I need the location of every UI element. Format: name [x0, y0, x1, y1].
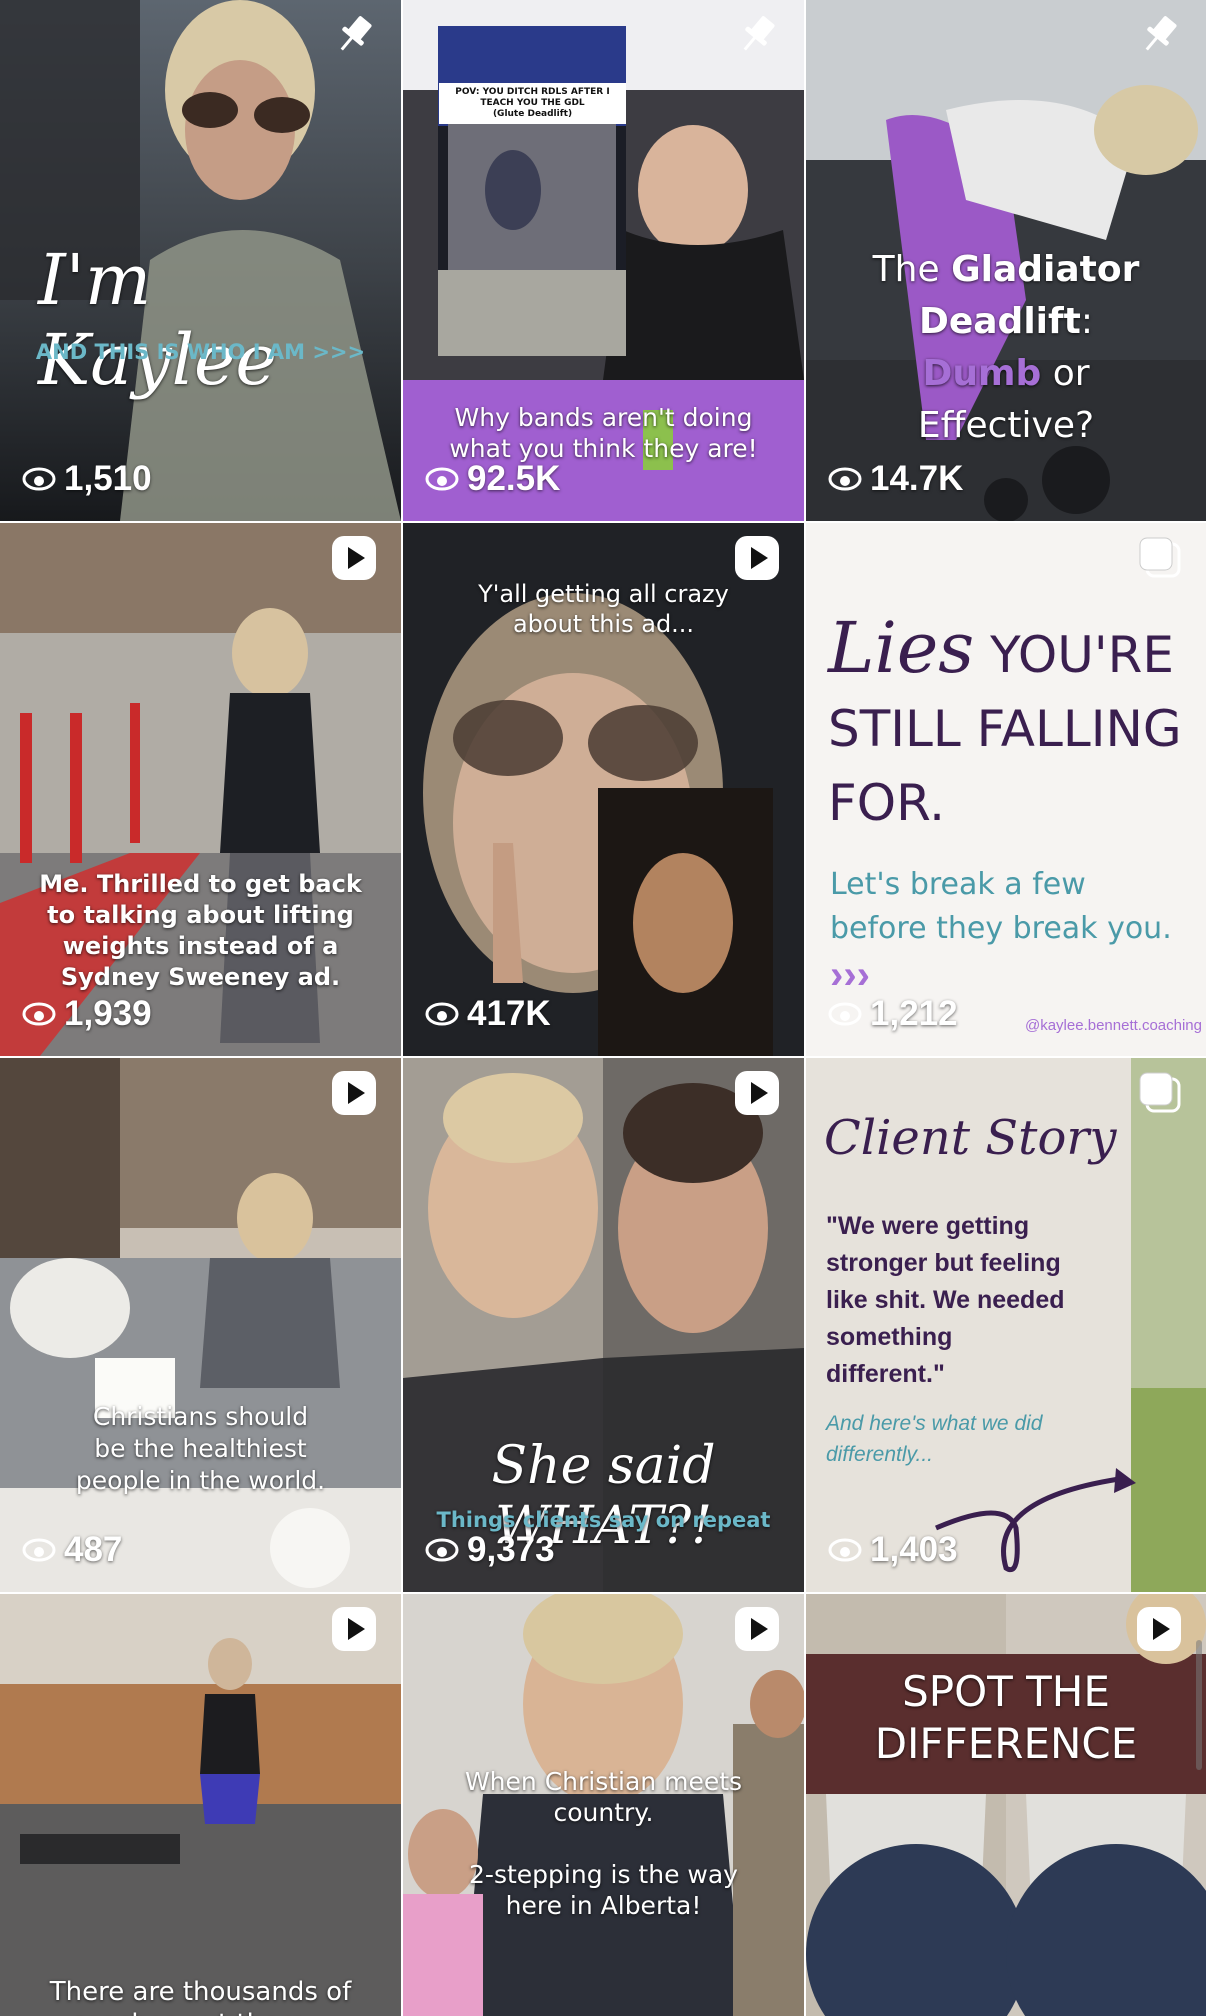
post-caption: Why bands aren't doing what you think th…: [449, 403, 758, 463]
post-title: The Gladiator Deadlift: Dumb or Effectiv…: [806, 244, 1206, 452]
post-subtitle: Let's break a few before they break you.: [830, 867, 1172, 946]
inset-text: POV: YOU DITCH RDLS AFTER I TEACH YOU TH…: [439, 83, 626, 124]
view-count-text: 1,403: [870, 1530, 958, 1569]
view-count-text: 9,373: [467, 1530, 555, 1569]
post-thumbnail: [0, 1594, 401, 2016]
view-count-text: 417K: [467, 994, 551, 1033]
play-icon: [1137, 1607, 1181, 1651]
eye-icon: [425, 1002, 459, 1026]
scrollbar[interactable]: [1196, 1640, 1202, 1770]
play-icon: [735, 1071, 779, 1115]
post-thumbnail: [806, 1594, 1206, 2016]
eye-icon: [22, 1002, 56, 1026]
post-subtitle: AND THIS IS WHO I AM >>>: [35, 340, 366, 364]
carousel-icon: [1139, 1072, 1181, 1113]
grid-post-9[interactable]: Client Story "We were getting stronger b…: [806, 1058, 1206, 1592]
post-subtitle: And here's what we did differently...: [826, 1412, 1043, 1466]
account-handle: @kaylee.bennett.coaching: [1024, 1017, 1202, 1034]
view-count: 92.5K: [425, 459, 560, 499]
grid-post-12[interactable]: SPOT THE DIFFERENCE: [806, 1594, 1206, 2016]
grid-post-11[interactable]: When Christian meets country. 2-stepping…: [403, 1594, 804, 2016]
eye-icon: [828, 467, 862, 491]
eye-icon: [828, 1002, 862, 1026]
view-count: 1,212: [828, 994, 958, 1034]
post-title-script: I'm Kaylee: [38, 239, 277, 401]
eye-icon: [828, 1538, 862, 1562]
title-pre: The: [872, 249, 952, 290]
post-title: SPOT THE DIFFERENCE: [874, 1667, 1138, 1768]
arrows-decoration: ›››: [830, 953, 870, 997]
play-icon: [735, 1607, 779, 1651]
eye-icon: [425, 467, 459, 491]
play-icon: [735, 536, 779, 580]
view-count: 1,510: [22, 459, 152, 499]
grid-post-5[interactable]: Y'all getting all crazy about this ad...…: [403, 523, 804, 1056]
view-count: 1,403: [828, 1530, 958, 1570]
grid-post-10[interactable]: There are thousands of coaches out there…: [0, 1594, 401, 2016]
play-icon: [332, 536, 376, 580]
pin-icon: [1145, 16, 1177, 51]
view-count-text: 92.5K: [467, 459, 561, 498]
grid-post-1[interactable]: I'm Kaylee AND THIS IS WHO I AM >>> 1,51…: [0, 0, 401, 521]
grid-post-3[interactable]: The Gladiator Deadlift: Dumb or Effectiv…: [806, 0, 1206, 521]
grid-post-4[interactable]: Me. Thrilled to get back to talking abou…: [0, 523, 401, 1056]
title-script: Lies: [828, 607, 975, 689]
grid-post-6[interactable]: Lies YOU'RE STILL FALLING FOR. Let's bre…: [806, 523, 1206, 1056]
view-count-text: 14.7K: [870, 459, 964, 498]
view-count: 487: [22, 1530, 122, 1570]
view-count-text: 1,939: [64, 994, 152, 1033]
post-thumbnail: [0, 1058, 401, 1592]
post-caption: Y'all getting all crazy about this ad...: [478, 580, 729, 638]
view-count: 1,939: [22, 994, 152, 1034]
view-count-text: 1,510: [64, 459, 152, 498]
view-count: 417K: [425, 994, 551, 1034]
play-icon: [332, 1071, 376, 1115]
eye-icon: [22, 467, 56, 491]
eye-icon: [425, 1538, 459, 1562]
carousel-icon: [1139, 537, 1181, 578]
title-bold: Gladiator Deadlift: [918, 249, 1140, 342]
post-title: Lies YOU'RE STILL FALLING FOR.: [828, 611, 1198, 840]
pin-icon: [743, 16, 775, 51]
post-caption: When Christian meets country. 2-stepping…: [464, 1767, 743, 1920]
post-caption: There are thousands of coaches out there…: [49, 1977, 352, 2016]
view-count-text: 487: [64, 1530, 123, 1569]
view-count-text: 1,212: [870, 994, 958, 1033]
play-icon: [332, 1607, 376, 1651]
view-count: 9,373: [425, 1530, 555, 1570]
title-colon: :: [1080, 301, 1094, 342]
post-caption: Christians should be the healthiest peop…: [75, 1402, 326, 1495]
title-purple: Dumb: [922, 353, 1042, 394]
post-quote: "We were getting stronger but feeling li…: [826, 1212, 1065, 1388]
grid-post-2[interactable]: POV: YOU DITCH RDLS AFTER I TEACH YOU TH…: [403, 0, 804, 521]
post-caption: Me. Thrilled to get back to talking abou…: [39, 870, 362, 991]
grid-post-7[interactable]: Christians should be the healthiest peop…: [0, 1058, 401, 1592]
pin-icon: [340, 16, 372, 51]
eye-icon: [22, 1538, 56, 1562]
reels-grid: I'm Kaylee AND THIS IS WHO I AM >>> 1,51…: [0, 0, 1206, 2016]
grid-post-8[interactable]: She said WHAT?! Things clients say on re…: [403, 1058, 804, 1592]
post-title-script: Client Story: [824, 1110, 1117, 1166]
view-count: 14.7K: [828, 459, 963, 499]
